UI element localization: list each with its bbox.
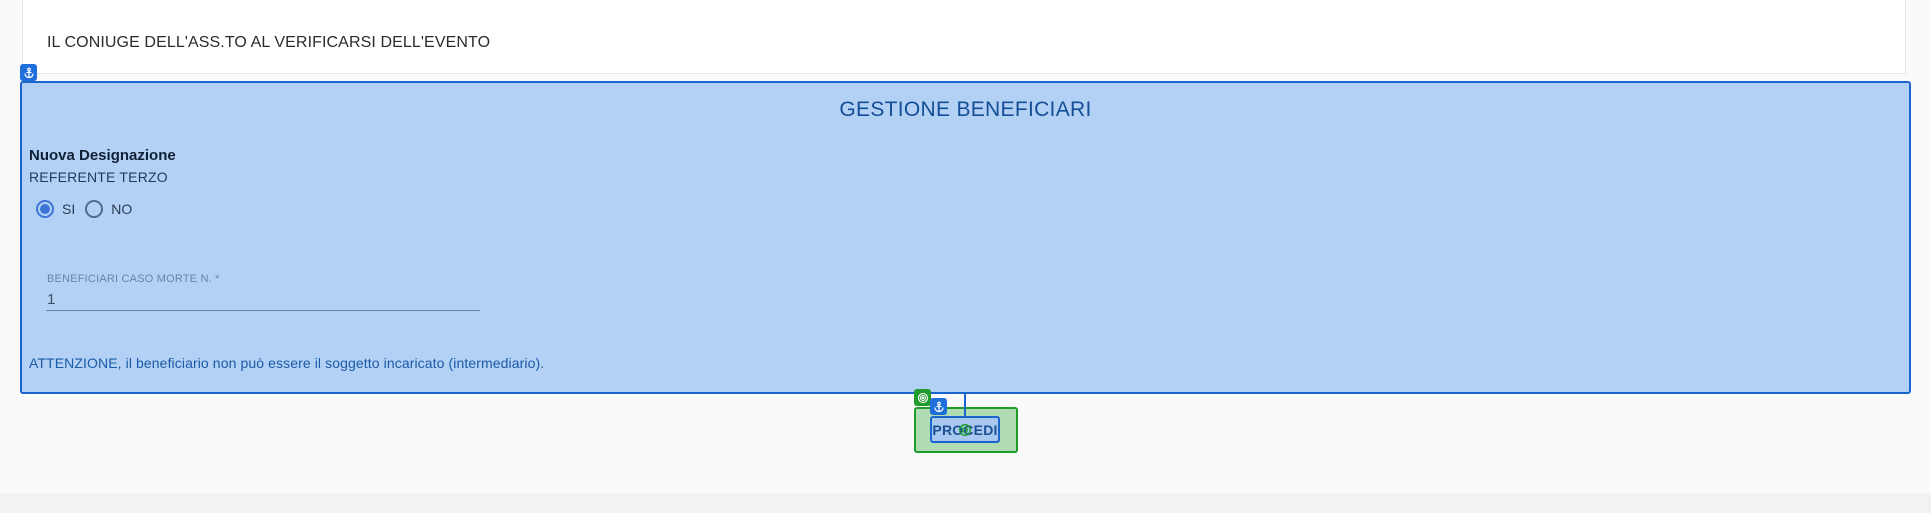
section-title: GESTIONE BENEFICIARI: [839, 98, 1092, 121]
page-footer-band: [0, 494, 1931, 513]
button-target-icon: [958, 423, 972, 437]
radio-no-label: NO: [111, 201, 133, 217]
beneficiari-field-label: BENEFICIARI CASO MORTE N. *: [47, 273, 220, 285]
section-anchor-icon: [20, 64, 37, 81]
referente-terzo-label: REFERENTE TERZO: [29, 169, 168, 185]
gestione-beneficiari-section: GESTIONE BENEFICIARI Nuova Designazione …: [20, 81, 1911, 394]
referente-terzo-radio-group: SI NO: [36, 197, 142, 221]
button-anchor-icon: [930, 398, 947, 415]
radio-si-label: SI: [62, 201, 76, 217]
beneficiari-count-input[interactable]: [46, 289, 480, 311]
page-root: IL CONIUGE DELL'ASS.TO AL VERIFICARSI DE…: [0, 0, 1931, 513]
radio-option-si[interactable]: SI: [36, 200, 75, 218]
radio-si-checked-icon[interactable]: [36, 200, 54, 218]
radio-no-unchecked-icon[interactable]: [85, 200, 104, 218]
beneficiary-clause-text: IL CONIUGE DELL'ASS.TO AL VERIFICARSI DE…: [47, 34, 491, 51]
nuova-designazione-heading: Nuova Designazione: [29, 147, 176, 164]
anchor-connector-line: [964, 394, 966, 416]
intermediary-warning-text: ATTENZIONE, il beneficiario non può esse…: [29, 355, 545, 371]
radio-option-no[interactable]: NO: [85, 200, 132, 218]
target-icon: [914, 389, 931, 406]
previous-beneficiary-card: IL CONIUGE DELL'ASS.TO AL VERIFICARSI DE…: [22, 0, 1906, 74]
